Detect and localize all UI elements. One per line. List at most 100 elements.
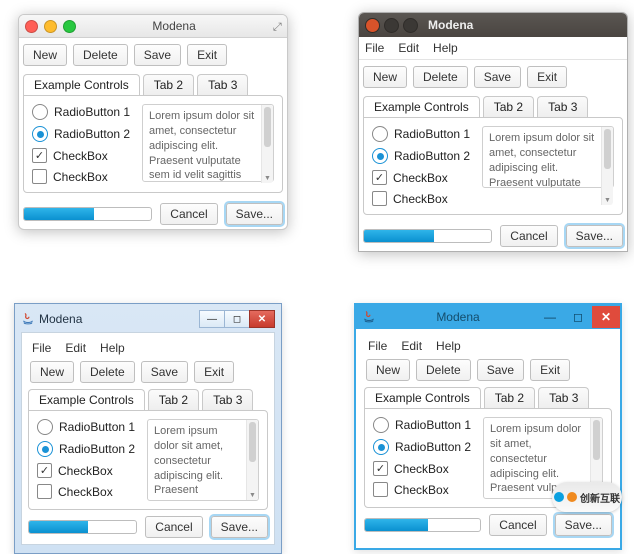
close-icon[interactable] <box>365 18 380 33</box>
close-icon[interactable] <box>25 20 38 33</box>
save-button[interactable]: Save <box>141 361 188 383</box>
minimize-icon[interactable] <box>44 20 57 33</box>
tab-example-controls[interactable]: Example Controls <box>364 387 481 408</box>
tab-2[interactable]: Tab 2 <box>484 387 535 408</box>
save-dialog-button[interactable]: Save... <box>211 516 268 538</box>
scroll-thumb[interactable] <box>264 107 271 147</box>
tab-2[interactable]: Tab 2 <box>483 96 534 117</box>
checkbox-2[interactable]: CheckBox <box>372 191 472 206</box>
menu-edit[interactable]: Edit <box>65 341 86 355</box>
titlebar[interactable]: Modena — ◻ ✕ <box>356 305 620 329</box>
radio-1[interactable]: RadioButton 1 <box>373 417 473 433</box>
cancel-button[interactable]: Cancel <box>500 225 557 247</box>
cancel-button[interactable]: Cancel <box>160 203 217 225</box>
radio-1[interactable]: RadioButton 1 <box>32 104 132 120</box>
zoom-icon[interactable] <box>63 20 76 33</box>
textarea[interactable]: Lorem ipsum dolor sit amet, consectetur … <box>147 419 259 501</box>
radio-2[interactable]: RadioButton 2 <box>37 441 137 457</box>
exit-button[interactable]: Exit <box>187 44 227 66</box>
scrollbar[interactable]: ▲ ▼ <box>246 420 258 500</box>
save-dialog-button[interactable]: Save... <box>555 514 612 536</box>
cancel-button[interactable]: Cancel <box>489 514 546 536</box>
checkbox-2[interactable]: CheckBox <box>32 169 132 184</box>
menu-file[interactable]: File <box>368 339 387 353</box>
save-button[interactable]: Save <box>134 44 181 66</box>
radio-icon-selected <box>373 439 389 455</box>
radio-icon-selected <box>372 148 388 164</box>
maximize-icon[interactable]: ◻ <box>564 306 592 328</box>
badge-dot-icon <box>554 492 564 502</box>
titlebar[interactable]: Modena <box>359 13 627 37</box>
radio-2[interactable]: RadioButton 2 <box>32 126 132 142</box>
radio-1[interactable]: RadioButton 1 <box>37 419 137 435</box>
exit-button[interactable]: Exit <box>527 66 567 88</box>
tab-3[interactable]: Tab 3 <box>538 387 589 408</box>
tab-example-controls[interactable]: Example Controls <box>28 389 145 410</box>
scroll-thumb[interactable] <box>604 129 611 169</box>
save-dialog-button[interactable]: Save... <box>566 225 623 247</box>
tab-3[interactable]: Tab 3 <box>197 74 248 95</box>
tab-example-controls[interactable]: Example Controls <box>363 96 480 117</box>
new-button[interactable]: New <box>363 66 407 88</box>
maximize-icon[interactable]: ◻ <box>224 310 250 328</box>
scroll-down-icon[interactable]: ▼ <box>262 173 273 183</box>
delete-button[interactable]: Delete <box>73 44 128 66</box>
menu-help[interactable]: Help <box>100 341 125 355</box>
maximize-icon[interactable] <box>403 18 418 33</box>
tab-3[interactable]: Tab 3 <box>202 389 253 410</box>
scrollbar[interactable]: ▲ ▼ <box>601 127 613 205</box>
radio-1[interactable]: RadioButton 1 <box>372 126 472 142</box>
menu-edit[interactable]: Edit <box>398 41 419 55</box>
scroll-thumb[interactable] <box>249 422 256 462</box>
textarea[interactable]: Lorem ipsum dolor sit amet, consectetur … <box>482 126 614 188</box>
close-icon[interactable]: ✕ <box>249 310 275 328</box>
menu-help[interactable]: Help <box>436 339 461 353</box>
delete-button[interactable]: Delete <box>80 361 135 383</box>
checkbox-1[interactable]: CheckBox <box>372 170 472 185</box>
menu-help[interactable]: Help <box>433 41 458 55</box>
window-title: Modena <box>76 19 272 33</box>
tab-3[interactable]: Tab 3 <box>537 96 588 117</box>
tab-2[interactable]: Tab 2 <box>148 389 199 410</box>
checkbox-2[interactable]: CheckBox <box>373 482 473 497</box>
checkbox-1[interactable]: CheckBox <box>37 463 137 478</box>
scroll-down-icon[interactable]: ▼ <box>247 490 258 500</box>
window-macos: Modena ⤡ New Delete Save Exit Example Co… <box>18 14 288 230</box>
window-ubuntu: Modena File Edit Help New Delete Save Ex… <box>358 12 628 252</box>
textarea[interactable]: Lorem ipsum dolor sit amet, consectetur … <box>142 104 274 182</box>
watermark-badge: 创新互联 <box>552 482 622 512</box>
delete-button[interactable]: Delete <box>416 359 471 381</box>
tab-example-controls[interactable]: Example Controls <box>23 74 140 95</box>
checkbox-1[interactable]: CheckBox <box>373 461 473 476</box>
new-button[interactable]: New <box>23 44 67 66</box>
scroll-down-icon[interactable]: ▼ <box>602 195 613 205</box>
scrollbar[interactable]: ▲ ▼ <box>261 105 273 183</box>
minimize-icon[interactable] <box>384 18 399 33</box>
tab-2[interactable]: Tab 2 <box>143 74 194 95</box>
menu-file[interactable]: File <box>365 41 384 55</box>
new-button[interactable]: New <box>366 359 410 381</box>
cancel-button[interactable]: Cancel <box>145 516 202 538</box>
menu-edit[interactable]: Edit <box>401 339 422 353</box>
checkbox-2[interactable]: CheckBox <box>37 484 137 499</box>
checkbox-icon-checked <box>32 148 47 163</box>
save-button[interactable]: Save <box>474 66 521 88</box>
resize-icon[interactable]: ⤡ <box>270 22 283 31</box>
menu-file[interactable]: File <box>32 341 51 355</box>
scroll-thumb[interactable] <box>593 420 600 460</box>
titlebar[interactable]: Modena — ◻ ✕ <box>21 310 275 328</box>
minimize-icon[interactable]: — <box>536 306 564 328</box>
checkbox-1[interactable]: CheckBox <box>32 148 132 163</box>
save-dialog-button[interactable]: Save... <box>226 203 283 225</box>
save-button[interactable]: Save <box>477 359 524 381</box>
exit-button[interactable]: Exit <box>194 361 234 383</box>
window-win8: Modena — ◻ ✕ File Edit Help New Delete S… <box>354 303 622 550</box>
delete-button[interactable]: Delete <box>413 66 468 88</box>
radio-2[interactable]: RadioButton 2 <box>373 439 473 455</box>
close-icon[interactable]: ✕ <box>592 306 620 328</box>
exit-button[interactable]: Exit <box>530 359 570 381</box>
radio-2[interactable]: RadioButton 2 <box>372 148 472 164</box>
new-button[interactable]: New <box>30 361 74 383</box>
titlebar[interactable]: Modena ⤡ <box>19 15 287 38</box>
minimize-icon[interactable]: — <box>199 310 225 328</box>
